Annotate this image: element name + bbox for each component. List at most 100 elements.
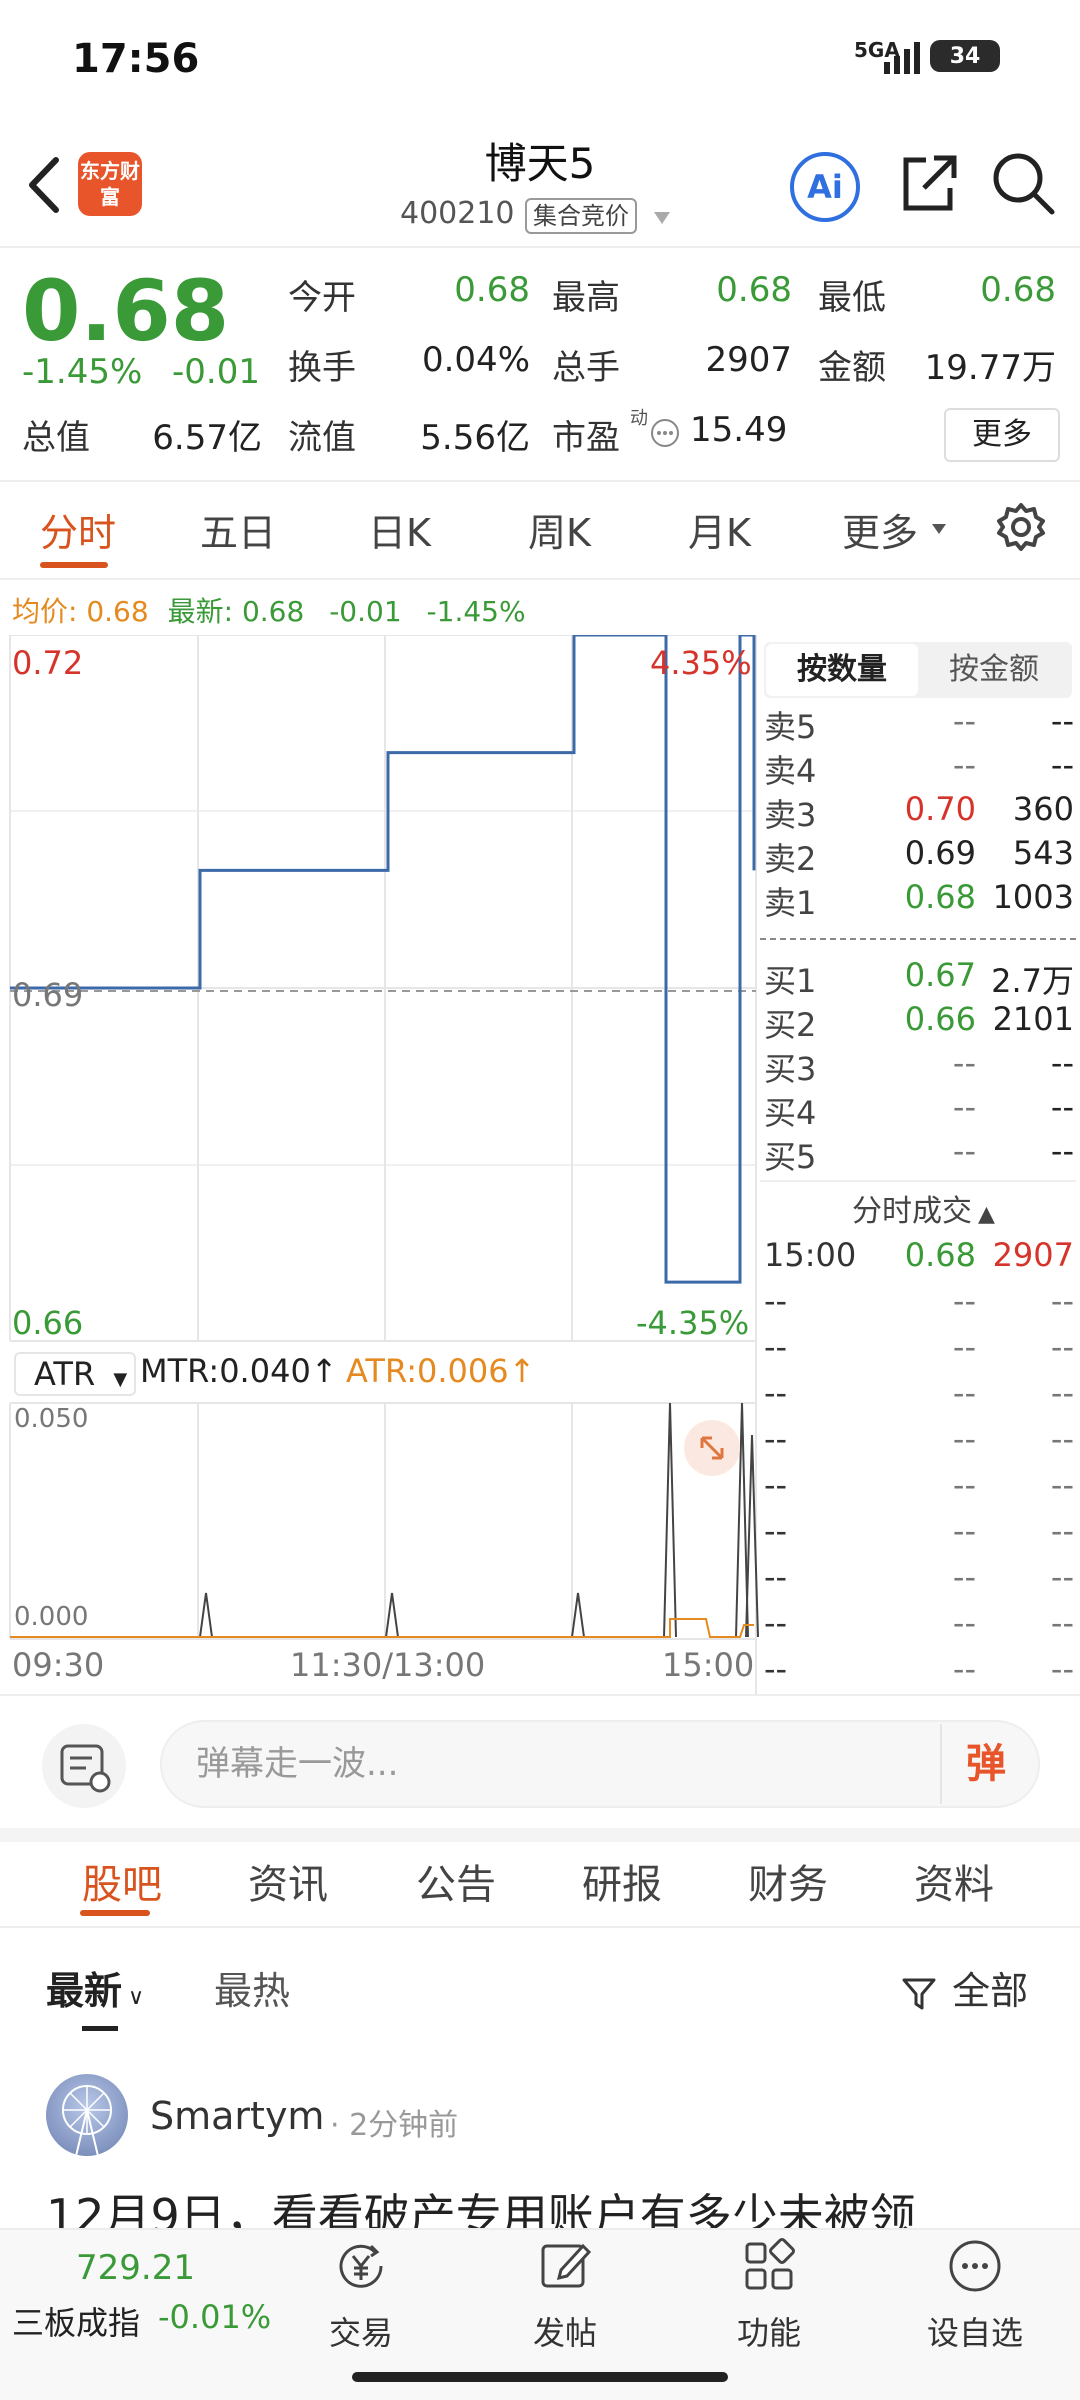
search-icon[interactable]	[990, 150, 1056, 216]
bid-row-volume: 2101	[992, 1000, 1074, 1038]
share-icon[interactable]	[898, 150, 960, 216]
trade-price: --	[952, 1466, 976, 1504]
chevron-down-icon[interactable]	[652, 210, 672, 226]
sort-hot[interactable]: 最热	[214, 1960, 290, 2015]
ask-row-price: 0.69	[904, 834, 976, 872]
trade-time: --	[764, 1420, 788, 1458]
intraday-chart[interactable]	[0, 635, 760, 1695]
gear-icon[interactable]	[996, 502, 1046, 552]
value-turnover: 0.04%	[421, 340, 530, 380]
back-icon[interactable]	[22, 150, 66, 220]
trades-title[interactable]: 分时成交 ▲	[852, 1186, 995, 1230]
value-volume: 2907	[705, 340, 792, 380]
tab-weekly-k[interactable]: 周K	[528, 502, 591, 557]
nav-functions-label: 功能	[736, 2314, 801, 2352]
divider	[0, 480, 1080, 482]
value-pe: 15.49	[690, 410, 788, 450]
more-button[interactable]: 更多	[944, 408, 1060, 462]
divider	[0, 578, 1080, 580]
ask-row-label: 卖3	[764, 796, 817, 834]
barrage-settings-button[interactable]	[42, 1724, 126, 1808]
trade-volume: --	[1050, 1558, 1074, 1596]
label-turnover: 换手	[288, 348, 356, 388]
indicator-select-label: ATR	[34, 1355, 96, 1393]
pct-bot-label: -4.35%	[636, 1304, 750, 1342]
nav-post[interactable]: 发帖	[500, 2236, 630, 2354]
index-value[interactable]: 729.21	[76, 2248, 195, 2288]
ask-row-volume: --	[1050, 746, 1074, 784]
nav-watchlist[interactable]: 设自选	[910, 2236, 1040, 2354]
value-high: 0.68	[716, 270, 792, 310]
post-author[interactable]: Smartym	[150, 2094, 324, 2138]
trades-title-text: 分时成交	[852, 1194, 972, 1229]
nav-functions[interactable]: 功能	[704, 2236, 834, 2354]
trade-time: --	[764, 1512, 788, 1550]
status-bar: 17:56 5GA 34	[0, 0, 1080, 110]
nav-trade[interactable]: 交易	[296, 2236, 426, 2354]
trade-price: --	[952, 1604, 976, 1642]
y-top-label: 0.72	[12, 644, 84, 682]
post-time: · 2分钟前	[330, 2108, 459, 2143]
sort-latest-label: 最新	[46, 1969, 123, 2013]
mtr-spike	[385, 1592, 399, 1638]
ask-row-price: --	[952, 746, 976, 784]
tab-forum[interactable]: 股吧	[82, 1852, 162, 1910]
more-dots-icon[interactable]	[650, 418, 680, 448]
ai-button[interactable]: Ai	[790, 152, 860, 222]
app-logo[interactable]: 东方财富	[78, 152, 142, 216]
home-indicator[interactable]	[352, 2372, 728, 2382]
x-label-open: 09:30	[12, 1646, 105, 1684]
barrage-input[interactable]: 弹幕走一波...	[160, 1720, 1040, 1808]
bid-row-volume: --	[1050, 1132, 1074, 1170]
signal-icon	[884, 42, 920, 74]
tab-profile[interactable]: 资料	[914, 1852, 994, 1910]
chevron-down-icon[interactable]	[930, 522, 948, 536]
divider	[0, 1694, 1080, 1696]
atr-text: ATR:0.006	[346, 1352, 509, 1390]
expand-button[interactable]	[684, 1420, 740, 1476]
section-gap	[0, 1828, 1080, 1842]
value-amount: 19.77万	[924, 348, 1056, 388]
label-total-value: 总值	[22, 418, 90, 458]
avg-value: 0.68	[86, 595, 149, 628]
tab-announcements[interactable]: 公告	[416, 1852, 496, 1910]
trade-volume: 2907	[992, 1236, 1074, 1274]
toggle-by-amount[interactable]: 按金额	[918, 644, 1070, 696]
index-name[interactable]: 三板成指	[12, 2298, 140, 2344]
ind-top-label: 0.050	[14, 1404, 89, 1434]
tab-news[interactable]: 资讯	[248, 1852, 328, 1910]
label-amount: 金额	[818, 348, 886, 388]
tab-monthly-k[interactable]: 月K	[688, 502, 751, 557]
ask-row-label: 卖5	[764, 708, 817, 746]
ask-row-volume: --	[1050, 702, 1074, 740]
trade-volume: --	[1050, 1512, 1074, 1550]
ask-row-price: 0.68	[904, 878, 976, 916]
ask-row-price: 0.70	[904, 790, 976, 828]
filter-label: 全部	[952, 1969, 1029, 2013]
ask-row-label: 卖4	[764, 752, 817, 790]
pe-superscript: 动	[630, 408, 648, 429]
trade-time: --	[764, 1328, 788, 1366]
filter-button[interactable]: 全部	[900, 1960, 1028, 2015]
tab-finance[interactable]: 财务	[748, 1852, 828, 1910]
label-open: 今开	[288, 278, 356, 318]
grid-icon	[745, 2238, 795, 2290]
tab-more[interactable]: 更多	[842, 502, 918, 557]
auction-badge[interactable]: 集合竞价	[525, 198, 637, 234]
bid-row-label: 买4	[764, 1094, 817, 1132]
avatar[interactable]	[46, 2074, 128, 2156]
tab-five-day[interactable]: 五日	[200, 502, 276, 557]
mtr-spike	[199, 1592, 213, 1638]
label-high: 最高	[552, 278, 620, 318]
tab-research[interactable]: 研报	[582, 1852, 662, 1910]
tab-daily-k[interactable]: 日K	[368, 502, 431, 557]
trade-price: --	[952, 1328, 976, 1366]
label-low: 最低	[818, 278, 886, 318]
toggle-by-volume[interactable]: 按数量	[766, 644, 918, 696]
sort-latest[interactable]: 最新 ∨	[46, 1960, 144, 2015]
barrage-send-button[interactable]: 弹	[940, 1724, 1030, 1804]
divider	[760, 1180, 1076, 1182]
tab-intraday[interactable]: 分时	[40, 502, 116, 557]
indicator-select[interactable]: ATR ▼	[14, 1352, 136, 1396]
trade-time: --	[764, 1558, 788, 1596]
